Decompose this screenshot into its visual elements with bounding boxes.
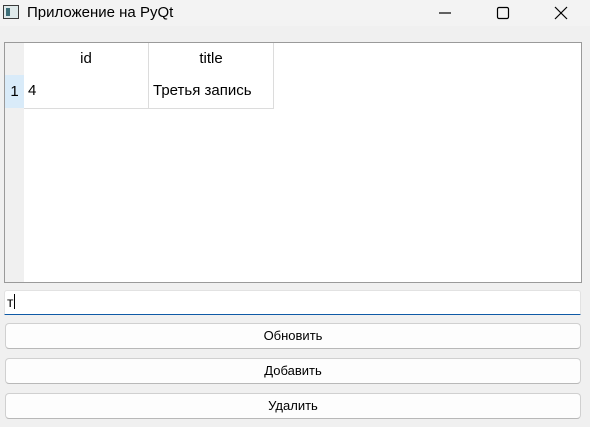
- close-button[interactable]: [532, 0, 590, 26]
- add-button[interactable]: Добавить: [5, 358, 581, 384]
- delete-button[interactable]: Удалить: [5, 393, 581, 419]
- text-cursor: [14, 294, 16, 309]
- row-header[interactable]: 1: [5, 75, 24, 108]
- table-cell-id[interactable]: 4: [24, 75, 149, 109]
- maximize-button[interactable]: [474, 0, 532, 26]
- window-title: Приложение на PyQt: [27, 4, 174, 21]
- title-input-value: т: [7, 294, 14, 310]
- title-bar[interactable]: Приложение на PyQt: [0, 0, 590, 26]
- column-header-title[interactable]: title: [149, 43, 274, 75]
- minimize-icon: [439, 12, 451, 14]
- maximize-icon: [496, 6, 510, 20]
- update-button[interactable]: Обновить: [5, 323, 581, 349]
- title-input[interactable]: т: [4, 290, 581, 315]
- minimize-button[interactable]: [416, 0, 474, 26]
- table-cell-title[interactable]: Третья запись: [149, 75, 274, 109]
- column-header-id[interactable]: id: [24, 43, 149, 75]
- records-table[interactable]: id title 1 4 Третья запись: [4, 42, 582, 283]
- close-icon: [554, 6, 568, 20]
- app-window-icon: [3, 5, 19, 19]
- table-corner-button[interactable]: [5, 43, 24, 75]
